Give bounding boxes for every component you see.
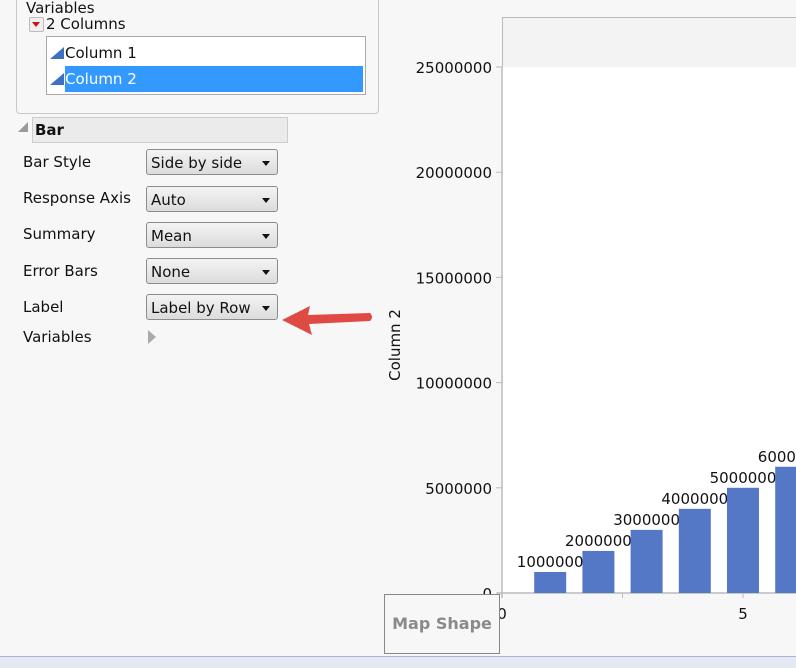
bar-data-label: 3000000 <box>613 511 680 529</box>
x-tick-label: 5 <box>738 605 748 623</box>
bar <box>775 466 796 593</box>
y-tick-label: 25000000 <box>416 59 492 77</box>
bar-chart: 0500000010000000150000002000000025000000… <box>416 59 796 623</box>
bar <box>678 508 711 593</box>
bar <box>630 529 663 593</box>
bar-data-label: 5000000 <box>710 469 777 487</box>
bar-data-label: 2000000 <box>565 532 632 550</box>
bar-data-label: 4000000 <box>661 490 728 508</box>
y-tick-label: 20000000 <box>416 164 492 182</box>
bar <box>534 571 567 593</box>
bar-data-label: 1000000 <box>517 553 584 571</box>
bar <box>582 550 615 593</box>
y-tick-label: 10000000 <box>416 375 492 393</box>
bar-data-label: 6000000 <box>758 448 796 466</box>
bar <box>727 487 759 593</box>
map-shape-dropzone[interactable]: Map Shape <box>384 594 500 654</box>
y-tick-label: 15000000 <box>416 269 492 287</box>
y-tick-label: 5000000 <box>425 480 492 498</box>
status-bar <box>0 656 796 668</box>
